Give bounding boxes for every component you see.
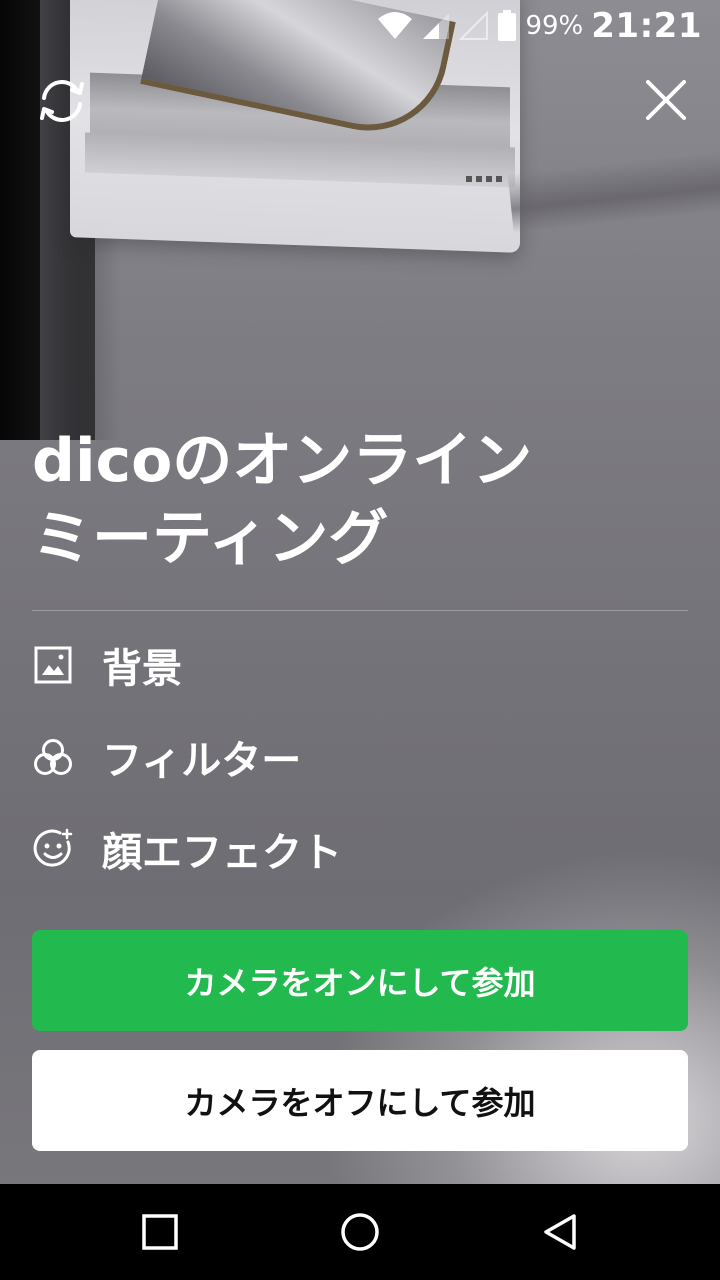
divider <box>32 610 688 611</box>
meeting-title-line1: dicoのオンライン <box>32 426 533 496</box>
battery-percent: 99% <box>525 11 584 41</box>
signal-icon <box>421 11 451 41</box>
close-button[interactable] <box>642 76 690 124</box>
filter-icon <box>32 736 74 778</box>
wifi-icon <box>377 11 413 41</box>
status-icons: 99% 21:21 <box>377 4 702 48</box>
camera-flip-icon <box>34 80 90 130</box>
recent-apps-button[interactable] <box>140 1212 180 1252</box>
close-icon <box>642 80 690 128</box>
recent-apps-icon <box>140 1214 180 1256</box>
option-face-effect-label: 顔エフェクト <box>102 830 342 876</box>
clock: 21:21 <box>591 6 702 46</box>
back-icon <box>540 1214 580 1256</box>
home-icon <box>340 1213 380 1256</box>
face-effect-icon <box>32 828 74 870</box>
battery-icon <box>497 10 517 42</box>
status-bar: 99% 21:21 <box>0 0 720 50</box>
option-background[interactable]: 背景 <box>32 630 688 700</box>
meeting-title: dicoのオンライン ミーティング <box>32 422 692 578</box>
join-camera-on-button[interactable]: カメラをオンにして参加 <box>32 930 688 1031</box>
meeting-title-line2: ミーティング <box>32 504 389 574</box>
camera-flip-button[interactable] <box>34 76 90 126</box>
preview-ceiling-edge <box>507 146 720 234</box>
preview-ac-indicator <box>466 176 506 182</box>
join-camera-off-button[interactable]: カメラをオフにして参加 <box>32 1050 688 1151</box>
signal-empty-icon <box>459 11 489 41</box>
option-filter[interactable]: フィルター <box>32 722 688 792</box>
home-button[interactable] <box>340 1212 380 1252</box>
option-background-label: 背景 <box>102 646 182 692</box>
back-button[interactable] <box>540 1212 580 1252</box>
image-icon <box>32 644 74 686</box>
option-filter-label: フィルター <box>102 738 302 784</box>
option-face-effect[interactable]: 顔エフェクト <box>32 814 688 884</box>
call-preview-screen: 99% 21:21 dicoのオンライン ミーティング 背景 フィルター 顔エフ… <box>0 0 720 1280</box>
navigation-bar <box>0 1184 720 1280</box>
